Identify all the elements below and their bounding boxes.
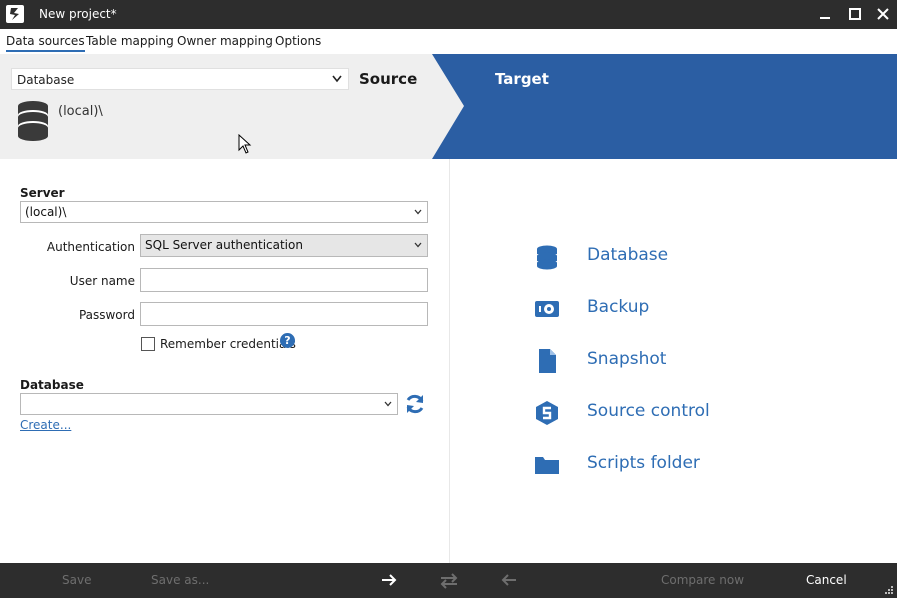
minimize-button[interactable] xyxy=(810,0,840,29)
create-database-link[interactable]: Create... xyxy=(20,418,71,432)
folder-icon xyxy=(535,457,559,474)
source-server-display: (local)\ xyxy=(58,104,103,119)
target-option-backup[interactable]: Backup xyxy=(534,294,794,324)
target-option-database[interactable]: Database xyxy=(534,242,794,272)
password-field[interactable] xyxy=(140,302,428,326)
password-label: Password xyxy=(78,308,135,322)
chevron-down-icon xyxy=(332,75,342,83)
footer-bar: Save Save as... Compare now Cancel xyxy=(0,563,897,598)
database-icon xyxy=(18,101,48,141)
source-control-icon xyxy=(536,401,558,425)
window-title: New project* xyxy=(39,7,117,21)
target-option-label: Snapshot xyxy=(587,349,667,369)
target-option-label: Database xyxy=(587,245,669,265)
close-button[interactable] xyxy=(868,0,897,29)
snapshot-icon xyxy=(539,349,556,373)
tab-options[interactable]: Options xyxy=(275,34,321,48)
target-option-label: Scripts folder xyxy=(587,453,700,473)
help-icon[interactable]: ? xyxy=(280,333,295,348)
mouse-cursor-icon xyxy=(238,134,252,154)
chevron-down-icon xyxy=(414,242,422,248)
tab-bar: Data sources Table mapping Owner mapping… xyxy=(0,29,897,54)
chevron-down-icon xyxy=(384,401,392,407)
panel-divider xyxy=(449,159,450,563)
swap-icon[interactable] xyxy=(439,573,459,589)
chevron-down-icon xyxy=(414,209,422,215)
save-button[interactable]: Save xyxy=(62,573,91,587)
source-target-header: Database Source (local)\ Target xyxy=(0,54,897,159)
server-label: Server xyxy=(20,186,65,200)
target-option-label: Backup xyxy=(587,297,650,317)
backup-icon xyxy=(535,301,559,317)
minimize-icon xyxy=(820,17,830,19)
remember-credentials-checkbox[interactable] xyxy=(141,337,155,351)
maximize-icon xyxy=(849,8,861,20)
authentication-label: Authentication xyxy=(46,240,135,254)
server-value: (local)\ xyxy=(25,205,67,219)
remember-credentials-label[interactable]: Remember credentials xyxy=(160,337,296,351)
authentication-select[interactable]: SQL Server authentication xyxy=(140,234,428,257)
app-logo-icon xyxy=(6,5,24,23)
target-heading: Target xyxy=(495,70,549,88)
title-bar: New project* xyxy=(0,0,897,29)
cancel-button[interactable]: Cancel xyxy=(806,573,847,587)
username-field[interactable] xyxy=(140,268,428,292)
target-option-label: Source control xyxy=(587,401,710,421)
database-icon xyxy=(537,245,557,270)
close-icon xyxy=(877,8,889,20)
target-option-snapshot[interactable]: Snapshot xyxy=(534,346,794,376)
source-heading: Source xyxy=(359,70,418,88)
tab-table-mapping[interactable]: Table mapping xyxy=(86,34,174,48)
authentication-value: SQL Server authentication xyxy=(145,238,303,252)
resize-grip-icon[interactable] xyxy=(884,585,894,595)
source-connection-form: Server (local)\ Authentication SQL Serve… xyxy=(0,159,449,563)
source-type-value: Database xyxy=(17,73,75,87)
target-option-source-control[interactable]: Source control xyxy=(534,398,794,428)
maximize-button[interactable] xyxy=(840,0,870,29)
server-combobox[interactable]: (local)\ xyxy=(20,201,428,223)
arrow-right-icon[interactable] xyxy=(380,573,398,587)
source-type-select[interactable]: Database xyxy=(11,68,349,90)
tab-data-sources[interactable]: Data sources xyxy=(6,34,85,52)
compare-now-button[interactable]: Compare now xyxy=(661,573,744,587)
arrow-left-icon[interactable] xyxy=(500,573,518,587)
database-label: Database xyxy=(20,378,84,392)
username-label: User name xyxy=(69,274,135,288)
database-combobox[interactable] xyxy=(20,393,398,415)
save-as-button[interactable]: Save as... xyxy=(151,573,209,587)
target-option-scripts-folder[interactable]: Scripts folder xyxy=(534,450,794,480)
tab-owner-mapping[interactable]: Owner mapping xyxy=(177,34,273,48)
refresh-icon[interactable] xyxy=(404,393,426,415)
